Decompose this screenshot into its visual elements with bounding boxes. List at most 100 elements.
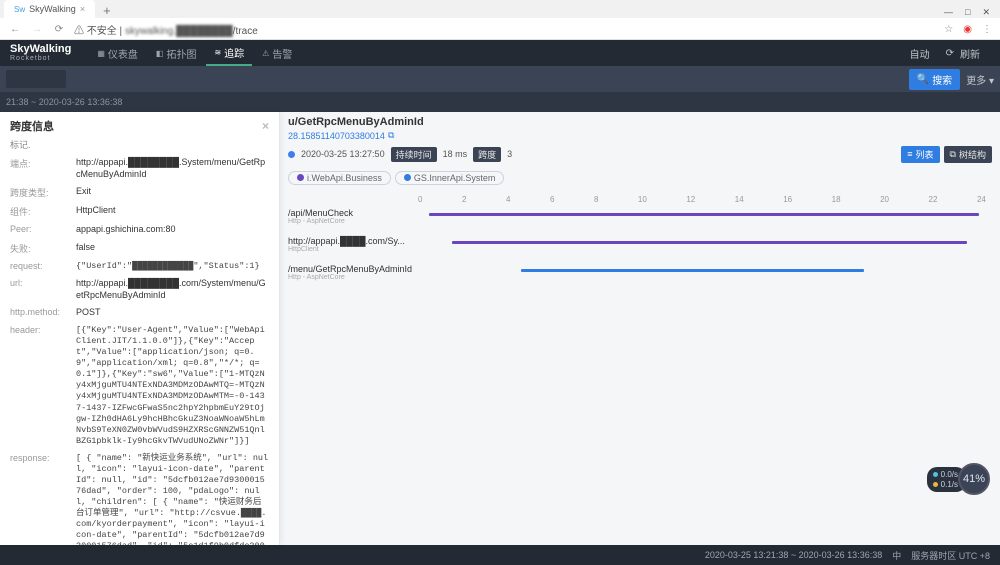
trace-detail: u/GetRpcMenuByAdminId 28.158511407033800… xyxy=(280,112,1000,545)
span-gantt: 024681012141618202224 /api/MenuCheckHttp… xyxy=(280,189,1000,546)
service-tag[interactable]: GS.InnerApi.System xyxy=(395,171,505,185)
nav-trace[interactable]: ≋追踪 xyxy=(206,40,252,66)
swatch-icon xyxy=(404,174,411,181)
service-tag[interactable]: i.WebApi.Business xyxy=(288,171,391,185)
axis-tick: 2 xyxy=(462,195,466,209)
nav-dashboard[interactable]: ▦仪表盘 xyxy=(89,40,146,66)
response-key: response: xyxy=(10,453,70,545)
more-button[interactable]: 更多 ▾ xyxy=(966,72,994,87)
star-icon[interactable]: ☆ xyxy=(944,24,953,35)
window-minimize[interactable]: — xyxy=(944,7,953,18)
tab-favicon: Sw xyxy=(14,5,25,14)
tags-heading: 标记. xyxy=(10,138,269,151)
span-row[interactable]: /api/MenuCheckHttp - AspNetCore xyxy=(288,209,990,237)
time-range: 21:38 ~ 2020-03-26 13:36:38 xyxy=(6,97,122,107)
type-value: Exit xyxy=(76,186,269,199)
service-tags: i.WebApi.Business GS.InnerApi.System xyxy=(280,167,1000,189)
span-label: /api/MenuCheckHttp - AspNetCore xyxy=(288,209,418,227)
trace-id[interactable]: 28.15851140703380014 ⧉ xyxy=(288,130,394,141)
main: u/GetRpcMenuByAdminId 28.158511407033800… xyxy=(0,112,1000,545)
panel-title: 跨度信息 xyxy=(10,118,54,134)
window-maximize[interactable]: □ xyxy=(965,7,970,18)
request-key: request: xyxy=(10,261,70,272)
spans-label: 跨度 xyxy=(473,147,501,162)
browser-chrome: Sw SkyWalking × + — □ ✕ ← → ⟳ ⚠ 不安全 | sk… xyxy=(0,0,1000,40)
fail-value: false xyxy=(76,242,269,255)
tab-title: SkyWalking xyxy=(29,4,76,14)
reload-button[interactable]: ⟳ xyxy=(52,24,66,35)
axis-tick: 8 xyxy=(594,195,598,209)
tree-view-button[interactable]: ⧉ 树结构 xyxy=(944,146,992,163)
window-close[interactable]: ✕ xyxy=(982,7,990,18)
dot-icon xyxy=(933,482,938,487)
axis-tick: 20 xyxy=(880,195,889,209)
spans-value: 3 xyxy=(507,149,512,159)
timezone: 服务器时区 UTC +8 xyxy=(911,549,990,562)
span-row[interactable]: /menu/GetRpcMenuByAdminIdHttp - AspNetCo… xyxy=(288,265,990,293)
perf-percent: 41% xyxy=(958,463,990,495)
forward-button[interactable]: → xyxy=(30,24,44,35)
nav: ▦仪表盘 ◧拓扑图 ≋追踪 ⚠告警 xyxy=(89,40,300,66)
app-header: SkyWalking Rocketbot ▦仪表盘 ◧拓扑图 ≋追踪 ⚠告警 自… xyxy=(0,40,1000,66)
list-view-button[interactable]: ≡ 列表 xyxy=(901,146,939,163)
span-bar xyxy=(452,241,967,244)
auto-toggle[interactable]: 自动 xyxy=(904,44,936,62)
span-track xyxy=(418,237,990,265)
axis-tick: 10 xyxy=(638,195,647,209)
axis-tick: 0 xyxy=(418,195,422,209)
response-value: [ { "name": "新快运业务系统", "url": null, "ico… xyxy=(76,453,269,545)
search-icon: 🔍 xyxy=(917,74,929,85)
axis-tick: 18 xyxy=(832,195,841,209)
endpoint-key: 端点: xyxy=(10,157,70,180)
axis-tick: 22 xyxy=(929,195,938,209)
search-input[interactable] xyxy=(6,70,66,88)
start-time: 2020-03-25 13:27:50 xyxy=(301,149,385,159)
span-row[interactable]: http://appapi.████.com/Sy...HttpClient xyxy=(288,237,990,265)
search-button[interactable]: 🔍搜索 xyxy=(909,69,960,90)
new-tab-button[interactable]: + xyxy=(95,3,119,18)
search-toolbar: 🔍搜索 更多 ▾ xyxy=(0,66,1000,92)
axis-tick: 24 xyxy=(977,195,986,209)
address-bar: ← → ⟳ ⚠ 不安全 | skywalking.████████/trace … xyxy=(0,18,1000,40)
span-label: http://appapi.████.com/Sy...HttpClient xyxy=(288,237,418,255)
header-value: [{"Key":"User-Agent","Value":["WebApiCli… xyxy=(76,325,269,447)
span-track xyxy=(418,209,990,237)
tabbar: Sw SkyWalking × + — □ ✕ xyxy=(0,0,1000,18)
span-label: /menu/GetRpcMenuByAdminIdHttp - AspNetCo… xyxy=(288,265,418,283)
type-key: 跨度类型: xyxy=(10,186,70,199)
menu-icon[interactable]: ⋮ xyxy=(982,24,992,35)
span-bar xyxy=(521,269,864,272)
peer-value: appapi.gshichina.com:80 xyxy=(76,224,269,236)
copy-icon[interactable]: ⧉ xyxy=(388,130,394,141)
header-key: header: xyxy=(10,325,70,447)
span-track xyxy=(418,265,990,293)
alert-icon: ⚠ xyxy=(262,49,269,58)
url-text[interactable]: ⚠ 不安全 | skywalking.████████/trace xyxy=(74,22,258,37)
footer: 2020-03-25 13:21:38 ~ 2020-03-26 13:36:3… xyxy=(0,545,1000,565)
span-info-panel: 跨度信息 × 标记. 端点: http://appapi.████████.Sy… xyxy=(0,112,280,545)
nav-alarm[interactable]: ⚠告警 xyxy=(254,40,300,66)
close-icon[interactable]: × xyxy=(80,4,85,14)
lang-toggle[interactable]: 中 xyxy=(892,549,901,562)
close-icon[interactable]: × xyxy=(262,119,269,133)
refresh-button[interactable]: ⟳ 刷新 xyxy=(940,44,992,62)
endpoint-value: http://appapi.████████.System/menu/GetRp… xyxy=(76,157,269,180)
component-value: HttpClient xyxy=(76,205,269,218)
trace-icon: ≋ xyxy=(214,48,221,57)
logo: SkyWalking Rocketbot xyxy=(0,42,81,64)
topology-icon: ◧ xyxy=(156,49,164,58)
peer-key: Peer: xyxy=(10,224,70,236)
axis-tick: 4 xyxy=(506,195,510,209)
duration-value: 18 ms xyxy=(443,149,468,159)
method-key: http.method: xyxy=(10,307,70,319)
endpoint-title: u/GetRpcMenuByAdminId xyxy=(288,116,992,128)
back-button[interactable]: ← xyxy=(8,24,22,35)
nav-topology[interactable]: ◧拓扑图 xyxy=(148,40,205,66)
status-dot xyxy=(288,151,295,158)
axis-tick: 12 xyxy=(686,195,695,209)
extension-icon[interactable]: ◉ xyxy=(963,24,972,35)
swatch-icon xyxy=(297,174,304,181)
dot-icon xyxy=(933,472,938,477)
perf-widget[interactable]: 0.0/s 0.1/s 41% xyxy=(927,463,990,495)
browser-tab[interactable]: Sw SkyWalking × xyxy=(4,0,95,18)
